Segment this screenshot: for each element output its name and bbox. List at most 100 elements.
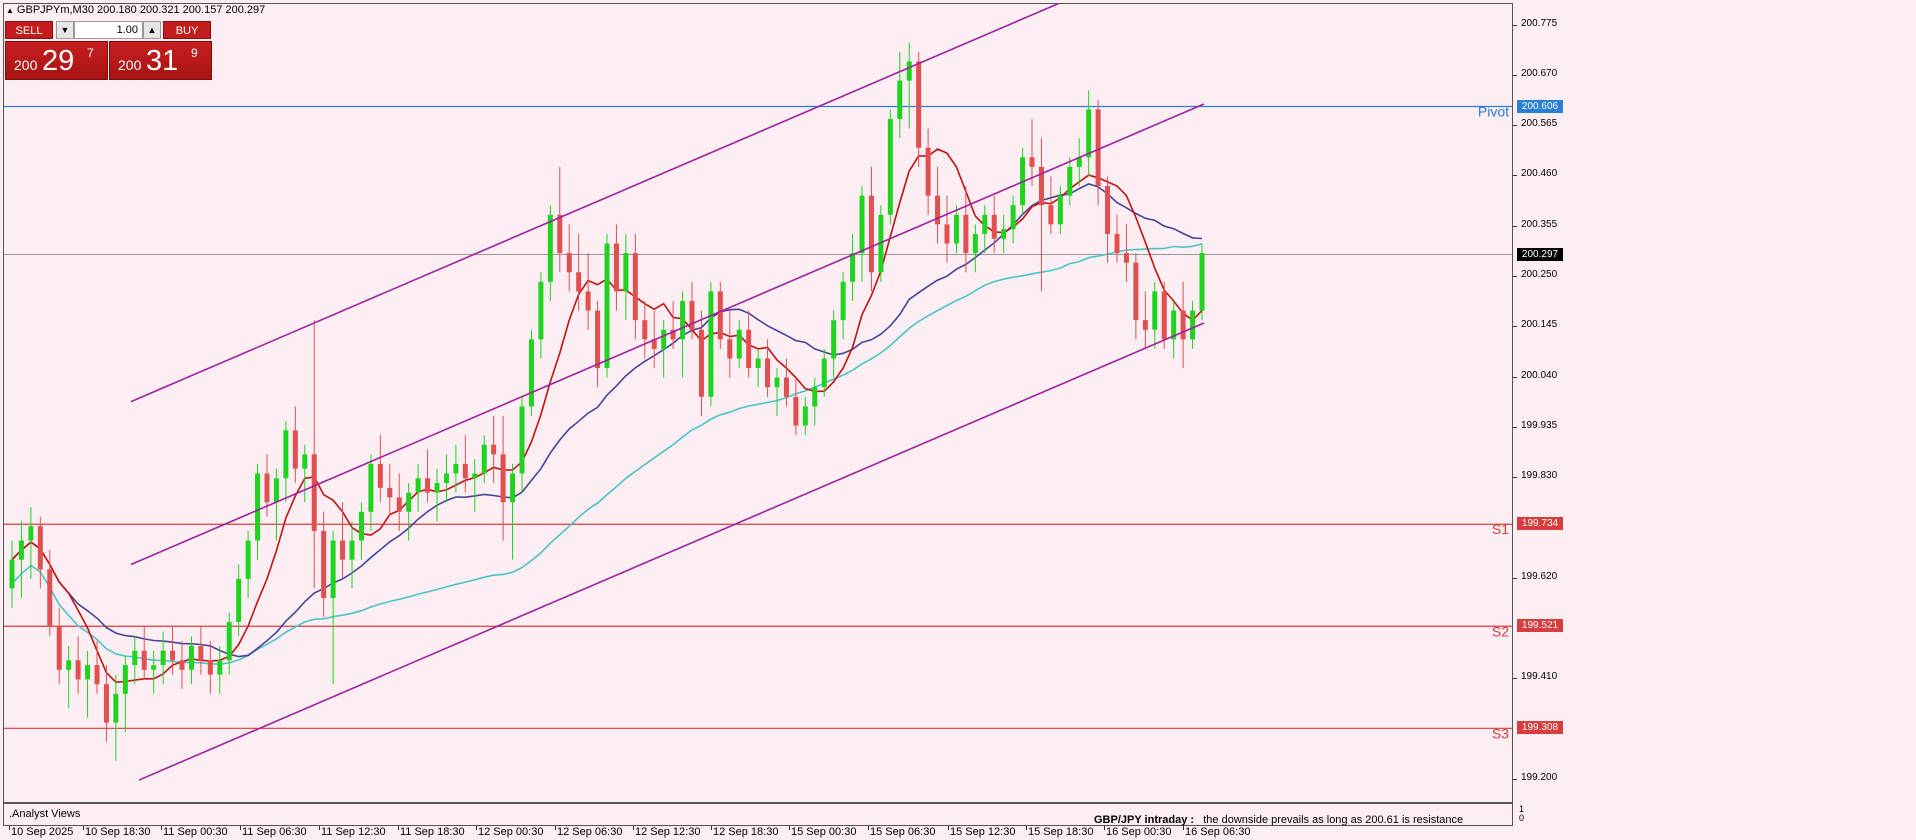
time-tick-label: 15 Sep 00:30	[791, 826, 857, 838]
candle-body	[661, 329, 667, 349]
candle-body	[916, 61, 922, 148]
candle-body	[774, 377, 780, 388]
price-tick-mark	[1513, 175, 1517, 177]
lot-increase-icon[interactable]: ▲	[143, 21, 161, 39]
candle-body	[887, 118, 893, 215]
candle-body	[1190, 310, 1196, 340]
buy-price-box[interactable]: 200 31 9	[109, 41, 212, 80]
candle-body	[170, 650, 176, 661]
candle-body	[500, 454, 506, 503]
candle-body	[198, 645, 204, 661]
time-tick-mark	[319, 826, 320, 830]
candle-body	[188, 645, 194, 670]
price-tick-label: 200.040	[1521, 369, 1558, 381]
candle-body	[207, 660, 213, 675]
candle-body	[1095, 109, 1101, 187]
level-label-s1: S1	[1492, 521, 1509, 537]
candle-body	[982, 214, 988, 234]
chart-area[interactable]: Pivot S1 S2 S3	[3, 3, 1513, 803]
candle-body	[160, 650, 166, 666]
candle-body	[1161, 291, 1167, 340]
candle-body	[1067, 166, 1073, 196]
candle-body	[925, 147, 931, 196]
analyst-view-text: GBP/JPY intraday : the downside prevails…	[1094, 814, 1463, 826]
candle-body	[547, 214, 553, 282]
low-price: 200.157	[182, 4, 223, 16]
time-tick-label: 11 Sep 06:30	[242, 826, 307, 838]
buy-price-big: 31	[146, 45, 179, 77]
candle-body	[292, 430, 298, 469]
lot-decrease-icon[interactable]: ▼	[56, 21, 74, 39]
candle-body	[1123, 253, 1129, 263]
candle-body	[812, 387, 818, 407]
candle-body	[1180, 310, 1186, 340]
candle-body	[94, 665, 100, 685]
price-tick-label: 200.250	[1521, 269, 1558, 281]
price-tick-mark	[1513, 426, 1517, 428]
candle-body	[226, 621, 232, 661]
time-tick-label: 16 Sep 00:30	[1106, 826, 1172, 838]
price-tick-mark	[1513, 225, 1517, 227]
time-tick-mark	[83, 826, 84, 830]
time-tick-mark	[789, 826, 790, 830]
candle-body	[311, 454, 317, 531]
price-tick-label: 200.145	[1521, 319, 1558, 331]
candle-body	[406, 492, 412, 512]
candle-body	[273, 478, 279, 503]
current-price-tag: 200.297	[1517, 247, 1563, 261]
time-tick-mark	[398, 826, 399, 830]
candle-body	[765, 358, 771, 388]
candle-body	[425, 478, 431, 493]
collapse-triangle-icon[interactable]: ▲	[6, 6, 14, 15]
candle-body	[953, 214, 959, 244]
candle-body	[783, 377, 789, 397]
candle-body	[585, 291, 591, 311]
buy-price-prefix: 200	[118, 57, 142, 73]
time-tick-mark	[633, 826, 634, 830]
price-chart[interactable]: Pivot S1 S2 S3	[4, 4, 1513, 803]
sell-button[interactable]: SELL	[5, 21, 53, 39]
time-tick-label: 16 Sep 06:30	[1185, 826, 1251, 838]
price-tick-mark	[1513, 125, 1517, 127]
one-click-trading-panel: SELL ▼ ▲ BUY 200 29 7 200 31 9	[5, 21, 212, 80]
price-tick-mark	[1513, 779, 1517, 781]
candle-body	[850, 253, 856, 282]
level-price-tag-s3: 199.308	[1517, 721, 1563, 735]
price-tick-label: 199.830	[1521, 470, 1558, 482]
candle-body	[179, 660, 185, 670]
time-tick-label: 10 Sep 2025	[11, 826, 74, 838]
candle-body	[387, 487, 393, 498]
candle-body	[944, 224, 950, 244]
candle-body	[689, 301, 695, 330]
candle-body	[1105, 186, 1111, 234]
candle-body	[698, 329, 704, 397]
candle-body	[736, 329, 742, 359]
candle-body	[727, 339, 733, 359]
time-tick-mark	[1104, 826, 1105, 830]
candle-body	[236, 578, 242, 622]
candle-body	[1001, 229, 1007, 239]
candle-body	[132, 650, 138, 666]
candle-body	[18, 540, 24, 560]
candle-body	[283, 430, 289, 479]
buy-button[interactable]: BUY	[163, 21, 211, 39]
lot-size-input[interactable]	[74, 21, 143, 39]
candle-body	[122, 665, 128, 694]
candle-body	[566, 253, 572, 273]
candle-body	[1029, 157, 1035, 167]
candle-body	[642, 320, 648, 340]
candle-body	[434, 483, 440, 493]
time-tick-label: 12 Sep 06:30	[557, 826, 623, 838]
candle-body	[1142, 320, 1148, 330]
candle-body	[1048, 205, 1054, 225]
candle-body	[453, 463, 459, 474]
candle-body	[75, 660, 81, 680]
price-tick-mark	[1513, 376, 1517, 378]
channel-middle-line	[130, 103, 1205, 566]
price-tick-mark	[1513, 326, 1517, 328]
candle-body	[632, 253, 638, 321]
candle-body	[755, 358, 761, 369]
sell-price-box[interactable]: 200 29 7	[5, 41, 108, 80]
candle-body	[103, 684, 109, 723]
price-axis[interactable]	[1513, 3, 1916, 803]
